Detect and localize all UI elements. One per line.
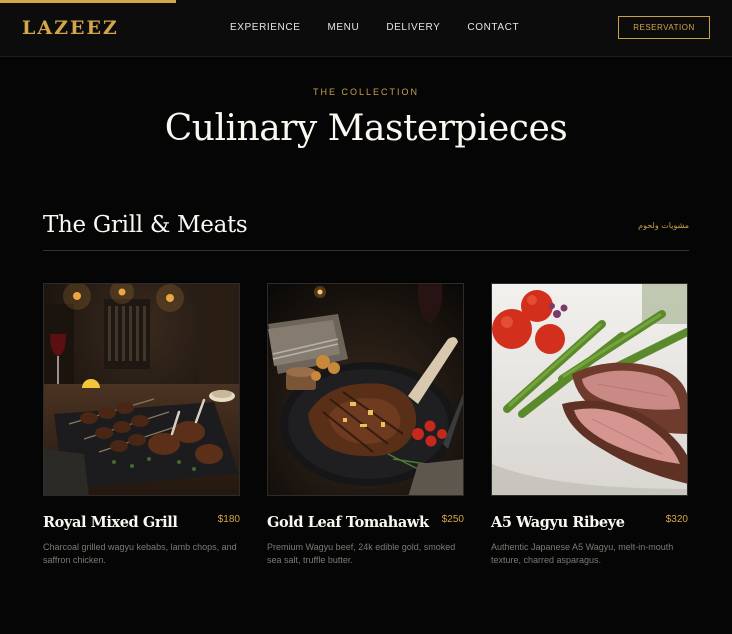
category-title: The Grill & Meats [43, 212, 248, 238]
dish-card-a5-wagyu-ribeye[interactable]: A5 Wagyu Ribeye $320 Authentic Japanese … [491, 283, 688, 583]
dish-card-gold-leaf-tomahawk[interactable]: Gold Leaf Tomahawk $250 Premium Wagyu be… [267, 283, 464, 583]
dish-price: $250 [441, 514, 464, 525]
dish-description: Charcoal grilled wagyu kebabs, lamb chop… [43, 542, 237, 565]
section-eyebrow: THE COLLECTION [312, 87, 419, 97]
brand-logo[interactable]: LAZEEZ [22, 17, 119, 39]
dish-photo-wagyu[interactable] [491, 283, 688, 496]
dish-photo-tomahawk[interactable] [267, 283, 464, 496]
dish-card-royal-mixed-grill[interactable]: Royal Mixed Grill $180 Charcoal grilled … [43, 283, 240, 583]
dish-photo-mixed-grill[interactable] [43, 283, 240, 496]
dish-description: Authentic Japanese A5 Wagyu, melt-in-mou… [491, 542, 674, 565]
dish-name: Gold Leaf Tomahawk [267, 514, 429, 531]
page-title: Culinary Masterpieces [164, 108, 568, 149]
dish-price: $180 [217, 514, 240, 525]
category-arabic-title: مشويات ولحوم [638, 221, 689, 230]
section-divider [43, 250, 689, 251]
scroll-progress-bar [0, 0, 732, 3]
nav-link-delivery[interactable]: DELIVERY [386, 22, 440, 33]
scroll-progress-fill [0, 0, 176, 3]
nav-link-menu[interactable]: MENU [327, 22, 359, 33]
site-header: LAZEEZ EXPERIENCE MENU DELIVERY CONTACT … [0, 0, 732, 57]
dish-description: Premium Wagyu beef, 24k edible gold, smo… [267, 542, 456, 565]
nav-link-experience[interactable]: EXPERIENCE [230, 22, 300, 33]
dish-name: A5 Wagyu Ribeye [491, 514, 625, 531]
dish-price: $320 [665, 514, 688, 525]
dish-name: Royal Mixed Grill [43, 514, 178, 531]
nav-link-contact[interactable]: CONTACT [467, 22, 519, 33]
reservation-button[interactable]: RESERVATION [618, 16, 710, 39]
main-nav: EXPERIENCE MENU DELIVERY CONTACT [230, 22, 546, 33]
